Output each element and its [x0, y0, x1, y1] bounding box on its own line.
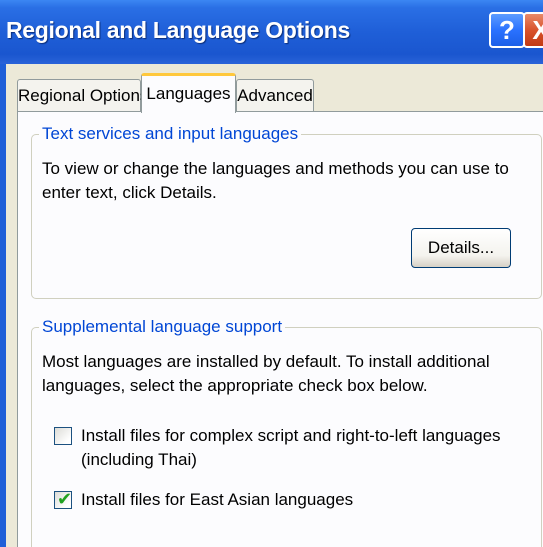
- tab-panel-languages: Text services and input languages To vie…: [17, 111, 543, 547]
- tab-regional-options[interactable]: Regional Options: [17, 79, 148, 111]
- supplemental-language-group: Supplemental language support Most langu…: [31, 317, 542, 547]
- dialog-window: Regional and Language Options ? X Region…: [0, 0, 543, 547]
- complex-script-label[interactable]: Install files for complex script and rig…: [81, 424, 521, 472]
- supplemental-legend: Supplemental language support: [39, 317, 286, 337]
- title-bar[interactable]: Regional and Language Options ? X: [0, 0, 543, 64]
- tab-languages[interactable]: Languages: [141, 73, 236, 113]
- help-button[interactable]: ?: [489, 12, 525, 48]
- tab-advanced[interactable]: Advanced: [236, 79, 314, 111]
- close-button[interactable]: X: [523, 12, 543, 48]
- text-services-legend: Text services and input languages: [39, 124, 302, 144]
- window-border: [0, 64, 6, 547]
- details-button[interactable]: Details...: [411, 228, 511, 268]
- east-asian-label[interactable]: Install files for East Asian languages: [81, 488, 521, 512]
- east-asian-checkbox[interactable]: ✔: [54, 489, 73, 510]
- checkmark-icon: ✔: [57, 489, 73, 510]
- complex-script-checkbox[interactable]: [54, 427, 72, 445]
- dialog-body: Regional Options Languages Advanced Text…: [0, 64, 543, 547]
- supplemental-description: Most languages are installed by default.…: [42, 352, 490, 395]
- window-title: Regional and Language Options: [6, 17, 350, 43]
- text-services-group: Text services and input languages To vie…: [31, 124, 542, 299]
- text-services-description: To view or change the languages and meth…: [42, 159, 509, 202]
